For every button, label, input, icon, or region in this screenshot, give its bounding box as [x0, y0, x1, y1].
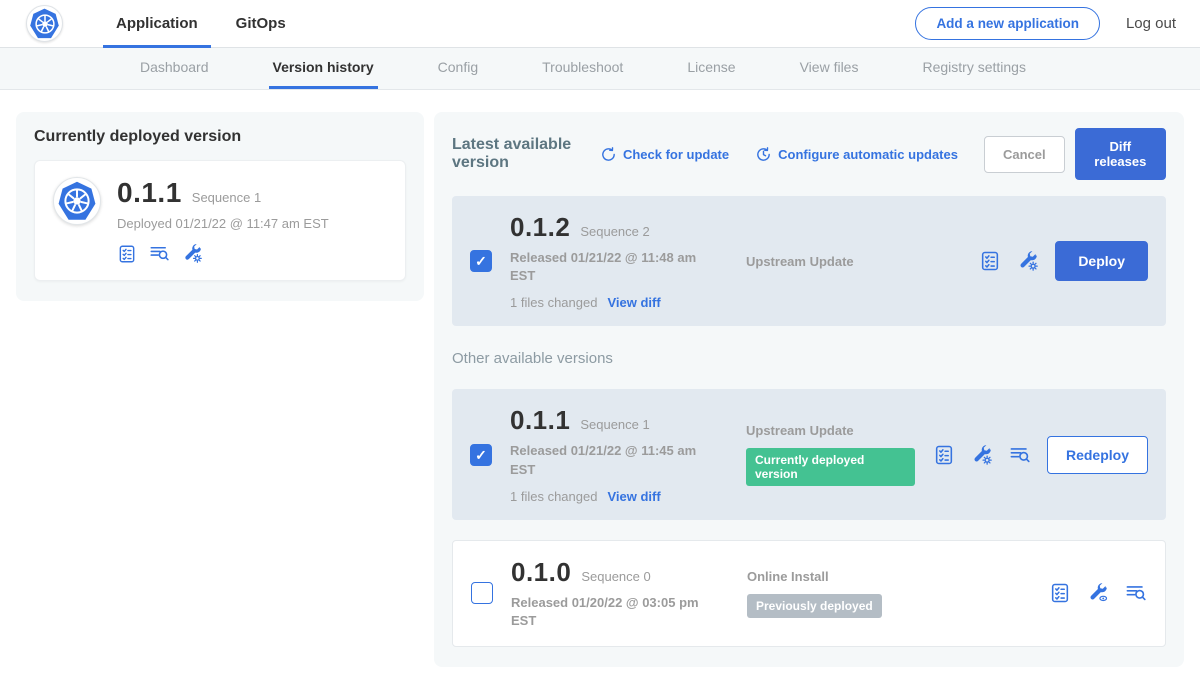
currently-deployed-badge: Currently deployed version: [746, 448, 915, 486]
check-for-update-link[interactable]: Check for update: [600, 146, 729, 163]
checklist-icon[interactable]: [117, 244, 137, 264]
released-timestamp: Released 01/21/22 @ 11:45 am EST: [510, 442, 706, 478]
configure-updates-label: Configure automatic updates: [778, 147, 958, 162]
tab-gitops-label: GitOps: [236, 15, 286, 32]
version-number: 0.1.0: [511, 557, 571, 588]
sequence-label: Sequence 2: [580, 224, 649, 239]
deployed-timestamp: Deployed 01/21/22 @ 11:47 am EST: [117, 216, 329, 231]
app-sub-nav: Dashboard Version history Config Trouble…: [0, 48, 1200, 90]
refresh-icon: [600, 146, 617, 163]
diff-releases-button[interactable]: Diff releases: [1075, 128, 1166, 180]
version-checkbox[interactable]: ✓: [470, 250, 492, 272]
lines-magnifier-icon[interactable]: [149, 243, 170, 264]
files-changed-label: 1 files changed: [510, 295, 597, 310]
top-nav: Application GitOps Add a new application…: [0, 0, 1200, 48]
cancel-button[interactable]: Cancel: [984, 136, 1065, 173]
version-checkbox[interactable]: ✓: [471, 582, 493, 604]
version-source-label: Online Install: [747, 569, 1031, 584]
subnav-dashboard[interactable]: Dashboard: [136, 48, 213, 89]
main-content: Currently deployed version 0.1.1 Sequenc…: [0, 90, 1200, 689]
clock-refresh-icon: [755, 146, 772, 163]
configure-automatic-updates-link[interactable]: Configure automatic updates: [755, 146, 958, 163]
tab-application[interactable]: Application: [103, 0, 211, 48]
wrench-eye-icon[interactable]: [1087, 582, 1109, 604]
version-row: ✓ 0.1.1 Sequence 1 Released 01/21/22 @ 1…: [452, 389, 1166, 519]
currently-deployed-panel: Currently deployed version 0.1.1 Sequenc…: [16, 112, 424, 301]
version-number: 0.1.2: [510, 212, 570, 243]
subnav-config[interactable]: Config: [434, 48, 482, 89]
subnav-license[interactable]: License: [683, 48, 739, 89]
kubernetes-wheel-icon: [26, 5, 63, 42]
wrench-gear-icon[interactable]: [971, 444, 993, 466]
wrench-gear-icon[interactable]: [182, 243, 203, 264]
version-row: ✓ 0.1.0 Sequence 0 Released 01/20/22 @ 0…: [452, 540, 1166, 647]
tab-gitops[interactable]: GitOps: [223, 0, 299, 48]
version-number: 0.1.1: [510, 405, 570, 436]
deployed-card-title: Currently deployed version: [34, 128, 406, 146]
view-diff-link[interactable]: View diff: [607, 295, 660, 310]
version-source-label: Upstream Update: [746, 423, 915, 438]
files-changed-label: 1 files changed: [510, 489, 597, 504]
checklist-icon[interactable]: [979, 250, 1001, 272]
add-application-button[interactable]: Add a new application: [915, 7, 1100, 40]
deployed-sequence-label: Sequence 1: [192, 190, 261, 205]
subnav-registry-settings[interactable]: Registry settings: [918, 48, 1029, 89]
sequence-label: Sequence 1: [580, 417, 649, 432]
checklist-icon[interactable]: [1049, 582, 1071, 604]
lines-magnifier-icon[interactable]: [1009, 444, 1031, 466]
version-source-label: Upstream Update: [746, 254, 961, 269]
subnav-version-history[interactable]: Version history: [269, 48, 378, 89]
version-history-panel: Latest available version Check for updat…: [434, 112, 1184, 667]
check-for-update-label: Check for update: [623, 147, 729, 162]
sequence-label: Sequence 0: [581, 569, 650, 584]
deployed-version-number: 0.1.1: [117, 177, 182, 209]
view-diff-link[interactable]: View diff: [607, 489, 660, 504]
previously-deployed-badge: Previously deployed: [747, 594, 882, 618]
latest-available-title: Latest available version: [452, 136, 586, 172]
wrench-gear-icon[interactable]: [1017, 250, 1039, 272]
checklist-icon[interactable]: [933, 444, 955, 466]
version-checkbox[interactable]: ✓: [470, 444, 492, 466]
other-versions-heading: Other available versions: [452, 350, 1166, 367]
subnav-troubleshoot[interactable]: Troubleshoot: [538, 48, 627, 89]
deploy-button[interactable]: Deploy: [1055, 241, 1148, 281]
subnav-view-files[interactable]: View files: [796, 48, 863, 89]
released-timestamp: Released 01/21/22 @ 11:48 am EST: [510, 249, 706, 285]
lines-magnifier-icon[interactable]: [1125, 582, 1147, 604]
version-row: ✓ 0.1.2 Sequence 2 Released 01/21/22 @ 1…: [452, 196, 1166, 326]
kubernetes-wheel-icon: [53, 177, 101, 225]
logout-link[interactable]: Log out: [1126, 15, 1176, 32]
released-timestamp: Released 01/20/22 @ 03:05 pm EST: [511, 594, 707, 630]
deployed-version-card: 0.1.1 Sequence 1 Deployed 01/21/22 @ 11:…: [34, 160, 406, 281]
redeploy-button[interactable]: Redeploy: [1047, 436, 1148, 474]
tab-application-label: Application: [116, 15, 198, 32]
